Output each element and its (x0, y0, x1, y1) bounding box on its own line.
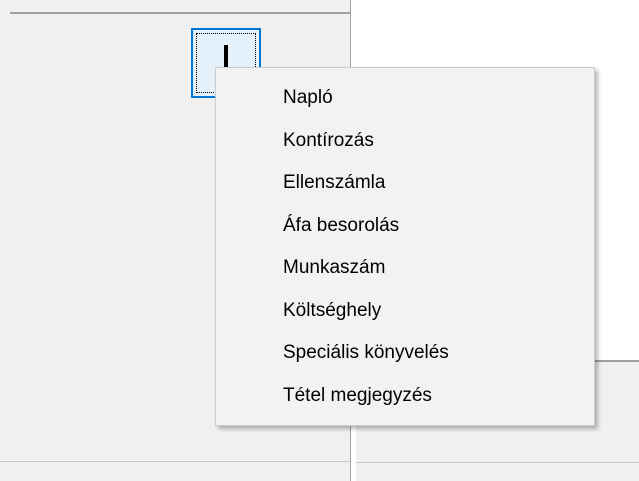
menu-item-munkaszam[interactable]: Munkaszám (216, 247, 594, 290)
menu-item-kontirozas[interactable]: Kontírozás (216, 120, 594, 163)
panel-divider (10, 12, 350, 14)
menu-item-ellenszamla[interactable]: Ellenszámla (216, 162, 594, 205)
menu-item-koltseghely[interactable]: Költséghely (216, 290, 594, 333)
menu-list: Napló Kontírozás Ellenszámla Áfa besorol… (216, 68, 594, 417)
menu-item-specialis-konyveles[interactable]: Speciális könyvelés (216, 332, 594, 375)
context-menu: Napló Kontírozás Ellenszámla Áfa besorol… (215, 67, 595, 426)
panel-divider (356, 462, 639, 463)
window-area: Napló Kontírozás Ellenszámla Áfa besorol… (0, 0, 639, 481)
bar-icon (224, 45, 228, 67)
menu-item-tetel-megjegyzes[interactable]: Tétel megjegyzés (216, 375, 594, 418)
panel-divider (0, 461, 350, 462)
menu-item-afa-besorolas[interactable]: Áfa besorolás (216, 205, 594, 248)
menu-item-naplo[interactable]: Napló (216, 77, 594, 120)
